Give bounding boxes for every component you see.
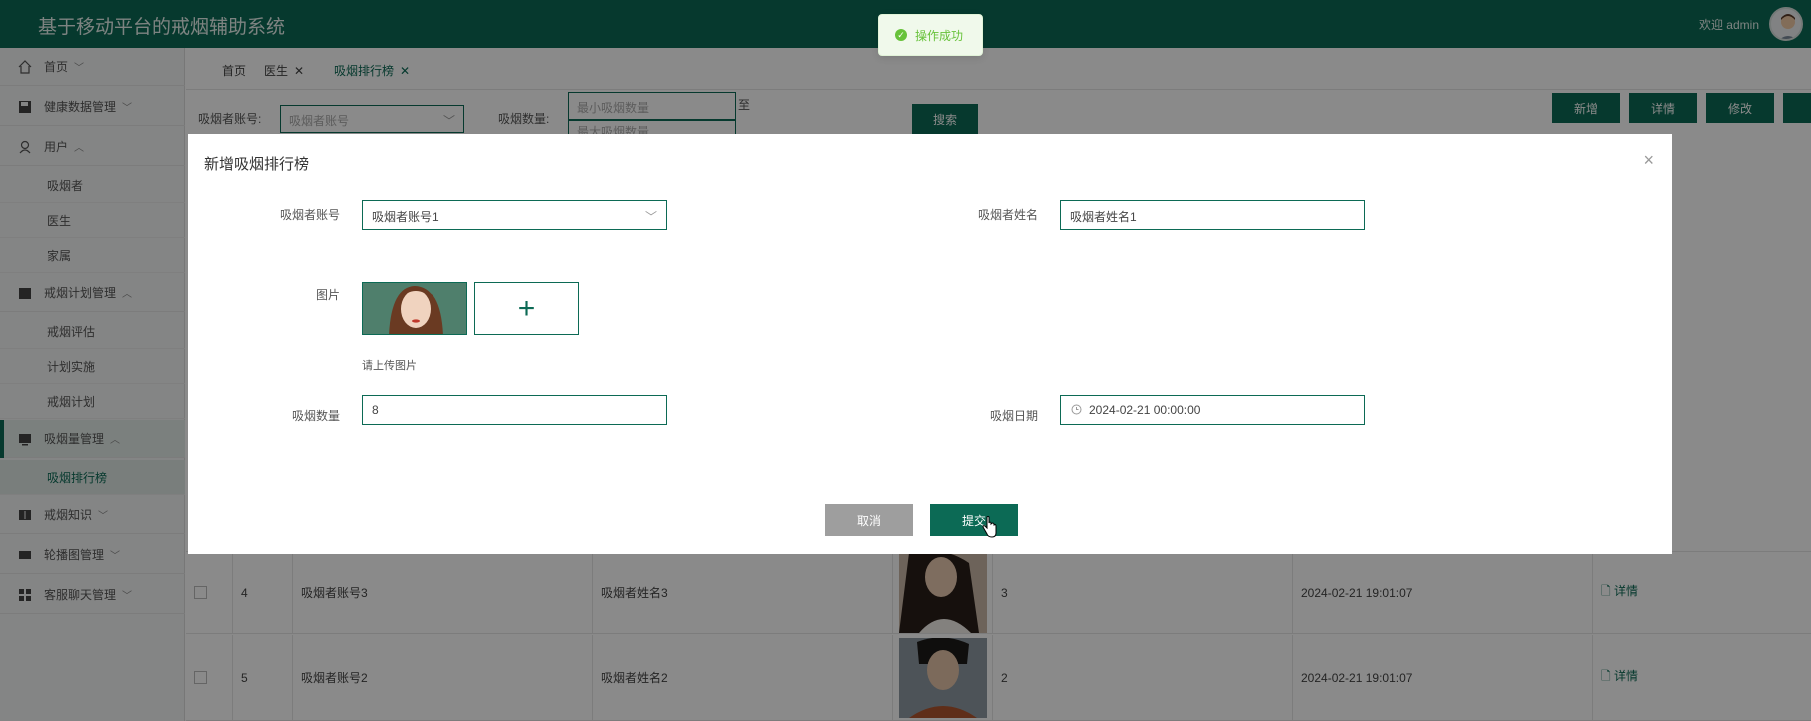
- account-field-label: 吸烟者账号: [279, 208, 340, 222]
- count-field-label: 吸烟数量: [291, 409, 340, 423]
- count-input[interactable]: 8: [362, 395, 667, 425]
- add-ranking-dialog: 新增吸烟排行榜 × 吸烟者账号 吸烟者账号1 ﹀ 吸烟者姓名 吸烟者姓名1 图片…: [188, 134, 1672, 554]
- close-icon[interactable]: ×: [1643, 150, 1654, 171]
- toast-message: 操作成功: [915, 28, 964, 43]
- clock-icon: [1071, 404, 1082, 418]
- name-input-value: 吸烟者姓名1: [1070, 210, 1137, 224]
- submit-button[interactable]: 提交: [930, 504, 1018, 536]
- upload-add-button[interactable]: +: [474, 282, 579, 335]
- name-field-label: 吸烟者姓名: [977, 208, 1038, 222]
- check-circle-icon: ✓: [895, 29, 907, 41]
- success-toast: ✓ 操作成功: [878, 14, 983, 56]
- cancel-button[interactable]: 取消: [825, 504, 913, 536]
- date-picker-value: 2024-02-21 00:00:00: [1089, 403, 1201, 417]
- image-field-label: 图片: [315, 288, 340, 302]
- hand-cursor-icon: [982, 516, 998, 541]
- chevron-down-icon: ﹀: [644, 210, 657, 224]
- uploaded-photo: [363, 283, 466, 334]
- account-select-value: 吸烟者账号1: [372, 210, 439, 224]
- name-input[interactable]: 吸烟者姓名1: [1060, 200, 1365, 230]
- count-input-value: 8: [372, 403, 379, 417]
- account-select[interactable]: 吸烟者账号1 ﹀: [362, 200, 667, 230]
- uploaded-image[interactable]: [362, 282, 467, 335]
- date-picker[interactable]: 2024-02-21 00:00:00: [1060, 395, 1365, 425]
- date-field-label: 吸烟日期: [989, 409, 1038, 423]
- dialog-title: 新增吸烟排行榜: [204, 156, 310, 173]
- upload-hint: 请上传图片: [362, 360, 417, 372]
- plus-icon: +: [517, 291, 536, 325]
